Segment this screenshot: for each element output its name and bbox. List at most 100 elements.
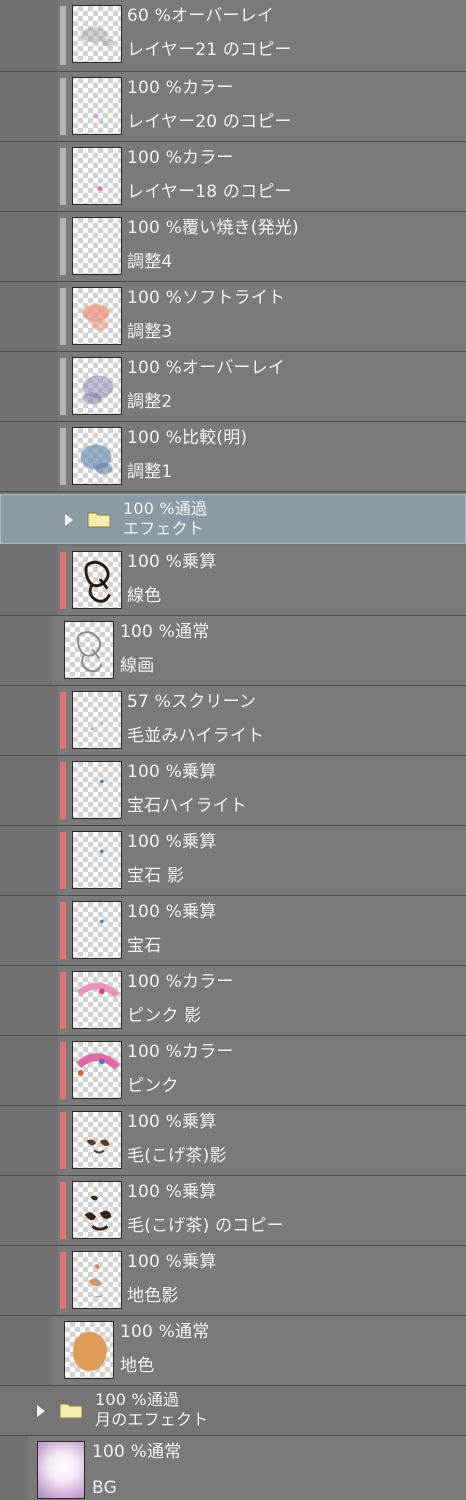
layer-row[interactable]: 60 %オーバーレイ レイヤー21 のコピー — [0, 0, 466, 72]
thumb-blue-dot-icon — [72, 901, 122, 959]
layer-row[interactable]: 100 %カラー レイヤー20 のコピー — [0, 72, 466, 142]
thumb-brown-marks-icon — [72, 1111, 122, 1169]
expand-arrow-icon[interactable] — [37, 1405, 45, 1417]
layer-name: 宝石ハイライト — [127, 796, 248, 816]
layer-blend-label: 100 %オーバーレイ — [127, 358, 286, 378]
clipping-indicator — [60, 1182, 66, 1239]
layer-blend-label: 100 %乗算 — [127, 832, 217, 852]
thumb-blue-dot-icon — [72, 761, 122, 819]
thumb-salmon-blob-icon — [72, 287, 122, 345]
folder-row-effect[interactable]: 100 %通過 エフェクト — [0, 494, 466, 544]
clipping-indicator — [60, 428, 66, 485]
thumb-dark-lineart-icon — [72, 551, 122, 609]
clipping-indicator — [60, 832, 66, 889]
layer-row[interactable]: 100 %乗算 毛(こげ茶)影 — [0, 1106, 466, 1176]
layer-name: レイヤー21 のコピー — [127, 40, 292, 60]
layer-row[interactable]: 100 %乗算 宝石ハイライト — [0, 756, 466, 826]
thumb-pink-arc-icon — [72, 971, 122, 1029]
layer-blend-label: 100 %通常 — [92, 1442, 182, 1462]
thumb-pink-dot-icon — [72, 147, 122, 205]
layer-blend-label: 100 %通常 — [120, 1322, 210, 1342]
clipping-indicator — [60, 218, 66, 275]
thumb-orange-fill-icon — [64, 1321, 114, 1379]
layer-row[interactable]: 100 %カラー ピンク 影 — [0, 966, 466, 1036]
layer-blend-label: 100 %乗算 — [127, 552, 217, 572]
layer-blend-label: 100 %カラー — [127, 78, 234, 98]
clipping-indicator — [60, 762, 66, 819]
clipping-indicator — [60, 1252, 66, 1309]
layer-name: 宝石 影 — [127, 866, 185, 886]
clipping-indicator — [60, 1042, 66, 1099]
thumb-moon-glow-icon — [37, 1441, 85, 1499]
layer-blend-label: 100 %乗算 — [127, 1252, 217, 1272]
clipping-indicator — [60, 78, 66, 135]
layer-name: 調整1 — [127, 462, 173, 482]
expand-arrow-icon[interactable] — [65, 514, 73, 526]
clipping-indicator — [60, 552, 66, 609]
layer-panel: 60 %オーバーレイ レイヤー21 のコピー 100 %カラー レイヤー20 の… — [0, 0, 466, 1500]
layer-blend-label: 100 %カラー — [127, 148, 234, 168]
layer-blend-label: 100 %通過 — [123, 499, 208, 518]
folder-icon — [59, 1403, 83, 1419]
layer-row[interactable]: 57 %スクリーン 毛並みハイライト — [0, 686, 466, 756]
layer-name: 毛並みハイライト — [127, 726, 265, 746]
clipping-indicator — [60, 1112, 66, 1169]
layer-row[interactable]: 100 %通常 BG — [0, 1436, 466, 1500]
layer-name: BG — [92, 1478, 117, 1498]
layer-name: 毛(こげ茶)影 — [127, 1146, 227, 1166]
layer-name: 線色 — [127, 586, 162, 606]
thumb-pink-arc-icon — [72, 1041, 122, 1099]
clipping-indicator — [60, 148, 66, 205]
thumb-pink-dots-icon — [72, 77, 122, 135]
layer-row[interactable]: 100 %乗算 毛(こげ茶) のコピー — [0, 1176, 466, 1246]
layer-row[interactable]: 100 %比較(明) 調整1 — [0, 422, 466, 492]
layer-blend-label: 100 %乗算 — [127, 762, 217, 782]
layer-name: 毛(こげ茶) のコピー — [127, 1216, 284, 1236]
layer-row[interactable]: 100 %乗算 線色 — [0, 546, 466, 616]
layer-name: 線画 — [120, 656, 155, 676]
layer-blend-label: 100 %乗算 — [127, 902, 217, 922]
layer-blend-label: 100 %通常 — [120, 622, 210, 642]
folder-row-moon-effect[interactable]: 100 %通過 月のエフェクト — [0, 1386, 466, 1436]
layer-row[interactable]: 100 %乗算 宝石 影 — [0, 826, 466, 896]
layer-row[interactable]: 100 %カラー ピンク — [0, 1036, 466, 1106]
layer-name: 調整2 — [127, 392, 173, 412]
thumb-brown-marks-icon — [72, 1181, 122, 1239]
thumb-gray-lineart-icon — [64, 621, 114, 679]
layer-blend-label: 60 %オーバーレイ — [127, 6, 275, 26]
layer-blend-label: 100 %カラー — [127, 972, 234, 992]
clipping-indicator — [60, 288, 66, 345]
layer-row[interactable]: 100 %カラー レイヤー18 のコピー — [0, 142, 466, 212]
thumb-blue-dot-icon — [72, 831, 122, 889]
thumb-faint-dots-icon — [72, 691, 122, 749]
layer-name: 地色影 — [127, 1286, 179, 1306]
layer-name: 地色 — [120, 1356, 155, 1376]
layer-row[interactable]: 100 %覆い焼き(発光) 調整4 — [0, 212, 466, 282]
layer-name: ピンク 影 — [127, 1006, 202, 1026]
folder-icon — [87, 512, 111, 528]
thumb-tan-marks-icon — [72, 1251, 122, 1309]
thumb-blue-blob-icon — [72, 427, 122, 485]
thumb-gray-smudge-icon — [72, 5, 122, 63]
thumb-empty-icon — [72, 217, 122, 275]
layer-row[interactable]: 100 %乗算 宝石 — [0, 896, 466, 966]
clipping-indicator — [60, 6, 66, 65]
layer-name: ピンク — [127, 1076, 179, 1096]
thumb-purple-blob-icon — [72, 357, 122, 415]
layer-name: 調整3 — [127, 322, 173, 342]
layer-name: レイヤー20 のコピー — [127, 112, 292, 132]
layer-row[interactable]: 100 %オーバーレイ 調整2 — [0, 352, 466, 422]
layer-name: 宝石 — [127, 936, 162, 956]
layer-row[interactable]: 100 %ソフトライト 調整3 — [0, 282, 466, 352]
clipping-indicator — [60, 972, 66, 1029]
layer-name: レイヤー18 のコピー — [127, 182, 292, 202]
layer-blend-label: 100 %ソフトライト — [127, 288, 286, 308]
layer-row[interactable]: 100 %乗算 地色影 — [0, 1246, 466, 1316]
clipping-indicator — [60, 358, 66, 415]
layer-name: 月のエフェクト — [95, 1410, 209, 1429]
layer-blend-label: 100 %乗算 — [127, 1112, 217, 1132]
layer-row[interactable]: 100 %通常 線画 — [0, 616, 466, 686]
clipping-indicator — [60, 902, 66, 959]
layer-blend-label: 100 %カラー — [127, 1042, 234, 1062]
layer-row[interactable]: 100 %通常 地色 — [0, 1316, 466, 1386]
